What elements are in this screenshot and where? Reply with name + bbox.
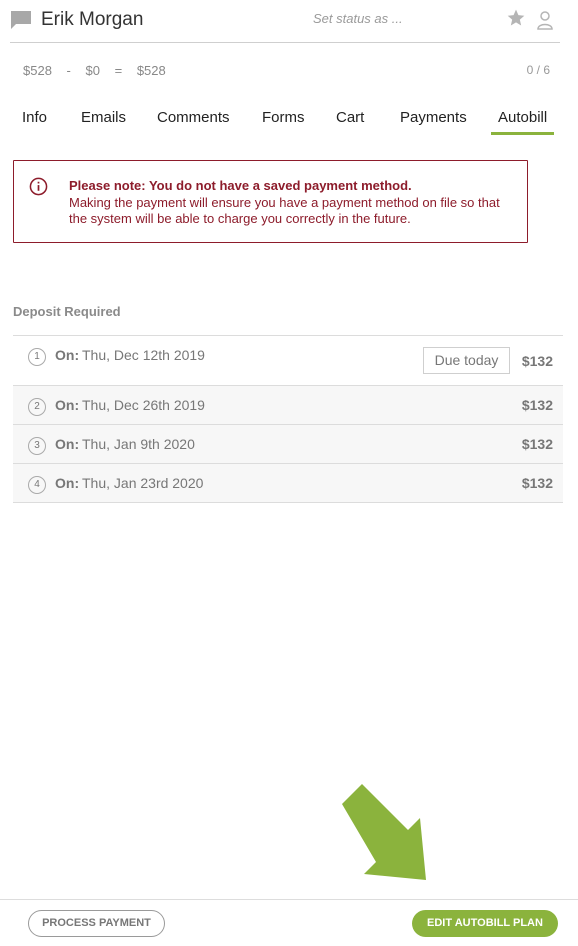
tab-autobill[interactable]: Autobill xyxy=(491,109,555,135)
balance-amount: $528 xyxy=(136,63,166,78)
deposit-row: 1 On: Thu, Dec 12th 2019 Due today $132 xyxy=(13,336,563,386)
deposit-row: 2 On: Thu, Dec 26th 2019 $132 xyxy=(13,386,563,425)
row-date: Thu, Jan 9th 2020 xyxy=(82,436,195,452)
row-number: 2 xyxy=(28,398,46,416)
balance-summary: $528 - $0 = $528 xyxy=(23,63,177,78)
paid-amount: $0 xyxy=(85,63,100,78)
deposit-section-title: Deposit Required xyxy=(13,304,121,319)
row-number: 3 xyxy=(28,437,46,455)
user-icon[interactable] xyxy=(537,10,553,30)
due-today-badge: Due today xyxy=(423,347,510,374)
info-circle-icon xyxy=(29,177,48,196)
star-icon[interactable] xyxy=(506,8,526,28)
minus-sign: - xyxy=(66,63,71,78)
row-on-label: On: xyxy=(55,436,80,452)
row-amount: $132 xyxy=(521,397,553,413)
edit-autobill-plan-button[interactable]: EDIT AUTOBILL PLAN xyxy=(412,910,558,937)
process-payment-button[interactable]: PROCESS PAYMENT xyxy=(28,910,165,937)
row-date: Thu, Dec 12th 2019 xyxy=(82,347,205,363)
tab-payments[interactable]: Payments xyxy=(393,109,474,132)
status-input[interactable] xyxy=(313,11,493,26)
action-footer: PROCESS PAYMENT EDIT AUTOBILL PLAN xyxy=(0,899,578,946)
row-date: Thu, Jan 23rd 2020 xyxy=(82,475,204,491)
alert-body: Making the payment will ensure you have … xyxy=(69,195,500,226)
tab-cart[interactable]: Cart xyxy=(329,109,371,132)
item-count: 0 / 6 xyxy=(526,63,550,77)
chat-bubble-icon[interactable] xyxy=(10,10,32,30)
client-name: Erik Morgan xyxy=(41,9,144,30)
row-number: 4 xyxy=(28,476,46,494)
row-amount: $132 xyxy=(521,475,553,491)
tab-info[interactable]: Info xyxy=(15,109,54,132)
row-amount: $132 xyxy=(521,353,553,369)
total-amount: $528 xyxy=(23,63,52,78)
deposit-row: 3 On: Thu, Jan 9th 2020 $132 xyxy=(13,425,563,464)
row-amount: $132 xyxy=(521,436,553,452)
row-date: Thu, Dec 26th 2019 xyxy=(82,397,205,413)
deposit-list: 1 On: Thu, Dec 12th 2019 Due today $132 … xyxy=(13,335,563,503)
tab-forms[interactable]: Forms xyxy=(255,109,312,132)
equals-sign: = xyxy=(114,63,123,78)
row-on-label: On: xyxy=(55,397,80,413)
client-header: Erik Morgan xyxy=(10,0,560,43)
row-on-label: On: xyxy=(55,475,80,491)
row-on-label: On: xyxy=(55,347,80,363)
tab-emails[interactable]: Emails xyxy=(74,109,133,132)
tab-bar: Info Emails Comments Forms Cart Payments… xyxy=(12,109,562,135)
pointer-arrow-icon xyxy=(342,784,426,880)
payment-method-alert: Please note: You do not have a saved pay… xyxy=(13,160,528,243)
deposit-row: 4 On: Thu, Jan 23rd 2020 $132 xyxy=(13,464,563,503)
row-number: 1 xyxy=(28,348,46,366)
tab-comments[interactable]: Comments xyxy=(150,109,237,132)
alert-title: Please note: You do not have a saved pay… xyxy=(69,178,412,193)
